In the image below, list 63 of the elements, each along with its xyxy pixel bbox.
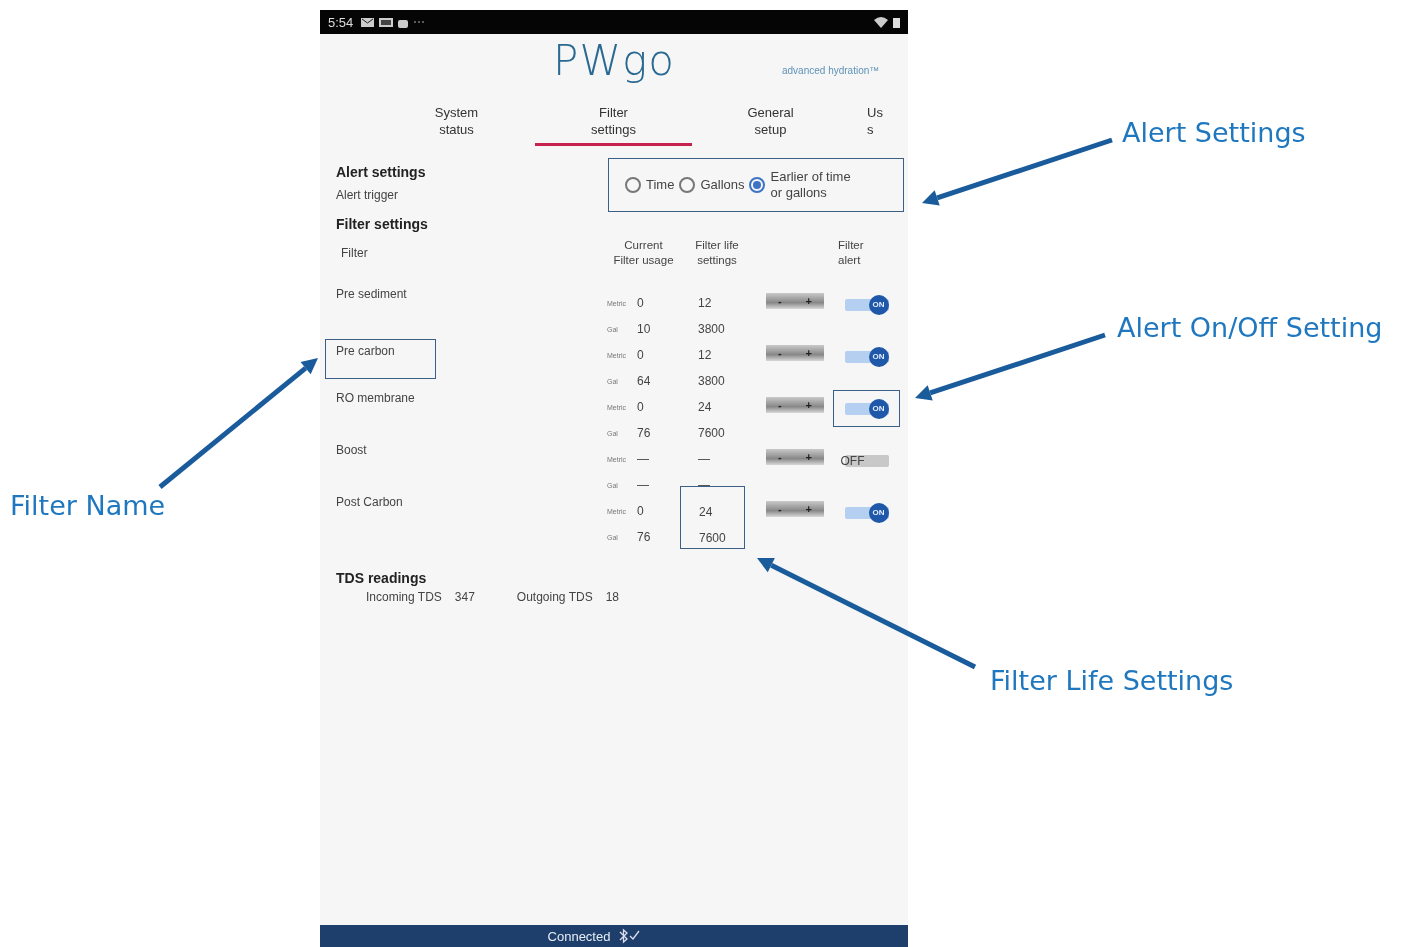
stepper-control[interactable]: - + bbox=[766, 397, 824, 413]
current-usage: 0 bbox=[637, 296, 645, 310]
filter-life-value: 12 bbox=[698, 295, 713, 312]
current-usage: 76 bbox=[637, 530, 652, 544]
stepper-control[interactable]: - + bbox=[766, 293, 824, 309]
current-usage: 10 bbox=[637, 322, 652, 336]
current-usage: 64 bbox=[637, 374, 652, 388]
filter-name: Post Carbon bbox=[336, 495, 403, 509]
wifi-icon bbox=[874, 16, 888, 28]
filter-name: Pre sediment bbox=[336, 287, 407, 301]
filter-life-value: 24 bbox=[699, 504, 714, 521]
mail-icon bbox=[361, 16, 375, 28]
callout-label: Alert Settings bbox=[1122, 117, 1306, 148]
section-heading: TDS readings bbox=[336, 570, 428, 586]
column-header: Current Filter usage bbox=[612, 238, 675, 268]
alert-trigger-label: Alert trigger bbox=[336, 188, 400, 202]
more-icon bbox=[413, 20, 426, 24]
stepper-control[interactable]: - + bbox=[766, 501, 824, 517]
section-heading: Filter settings bbox=[336, 216, 428, 232]
bluetooth-connected-icon bbox=[618, 928, 641, 944]
filter-life-value: 7600 bbox=[699, 530, 727, 547]
stepper-control[interactable]: - + bbox=[766, 449, 824, 465]
tds-value: 347 bbox=[454, 590, 475, 604]
filter-life-value: 3800 bbox=[698, 373, 726, 390]
status-time: 5:54 bbox=[328, 14, 354, 30]
current-usage: 76 bbox=[637, 426, 652, 440]
image-icon bbox=[379, 16, 394, 28]
filter-name: RO membrane bbox=[336, 391, 415, 405]
callout-label: Alert On/Off Setting bbox=[1117, 312, 1383, 343]
filter-life-value: 3800 bbox=[698, 321, 726, 338]
filter-life-value: 12 bbox=[698, 347, 713, 364]
app-logo: PWgo bbox=[553, 36, 675, 85]
stepper-control[interactable]: - + bbox=[766, 345, 824, 361]
column-header: Filter life settings bbox=[694, 238, 740, 268]
current-usage: 0 bbox=[637, 348, 645, 362]
section-heading: Alert settings bbox=[336, 164, 426, 180]
filter-name: Boost bbox=[336, 443, 367, 457]
battery-icon bbox=[893, 16, 900, 28]
radio-option[interactable]: Earlier of time or gallons bbox=[749, 169, 866, 201]
tds-label: Outgoing TDS bbox=[516, 590, 593, 604]
filter-life-value: 24 bbox=[698, 399, 713, 416]
tds-label: Incoming TDS bbox=[366, 590, 442, 604]
filter-name: Pre carbon bbox=[325, 339, 436, 379]
filter-column-label: Filter bbox=[340, 246, 369, 260]
tab[interactable]: Filter settings bbox=[535, 94, 692, 146]
current-usage: — bbox=[637, 452, 650, 466]
radio-option[interactable]: Gallons bbox=[679, 177, 745, 193]
radio-option[interactable]: Time bbox=[625, 177, 675, 193]
current-usage: 0 bbox=[637, 400, 645, 414]
filter-life-value: — bbox=[698, 477, 711, 494]
connection-status: Connected bbox=[547, 928, 611, 944]
filter-life-value: — bbox=[698, 451, 711, 468]
callout-label: Filter Life Settings bbox=[990, 665, 1234, 696]
current-usage: 0 bbox=[637, 504, 645, 518]
callout-label: Filter Name bbox=[10, 490, 166, 521]
app-tagline: advanced hydration™ bbox=[782, 65, 880, 76]
tab[interactable]: General setup bbox=[692, 94, 849, 146]
tds-value: 18 bbox=[605, 590, 620, 604]
filter-life-value: 7600 bbox=[698, 425, 726, 442]
tab[interactable]: Us s bbox=[849, 94, 889, 146]
column-header: Filter alert bbox=[837, 238, 865, 268]
tab[interactable]: System status bbox=[378, 94, 535, 146]
current-usage: — bbox=[637, 478, 650, 492]
